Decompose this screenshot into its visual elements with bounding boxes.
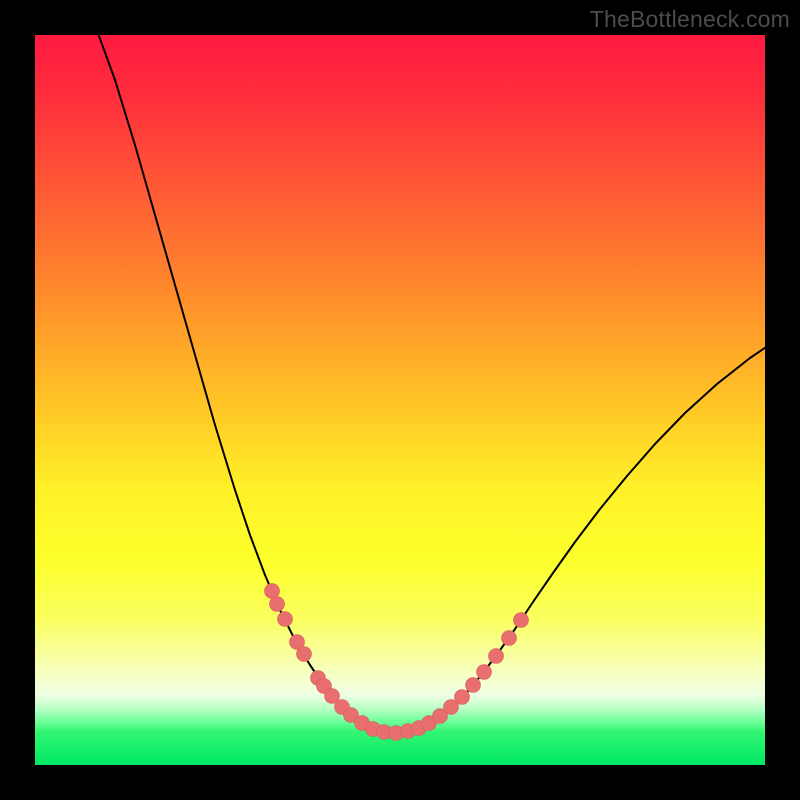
frame: TheBottleneck.com (0, 0, 800, 800)
bead-icon (466, 678, 481, 693)
plot-area (35, 35, 765, 765)
bead-icon (502, 631, 517, 646)
bead-icon (489, 649, 504, 664)
bead-icon (297, 647, 312, 662)
bead-icon (455, 690, 470, 705)
bottleneck-curve (95, 35, 765, 733)
bead-icon (477, 665, 492, 680)
bead-icon (270, 597, 285, 612)
bead-icon (514, 613, 529, 628)
bead-icon (278, 612, 293, 627)
curve-layer (35, 35, 765, 765)
sample-beads (265, 584, 529, 741)
watermark-text: TheBottleneck.com (590, 6, 790, 33)
